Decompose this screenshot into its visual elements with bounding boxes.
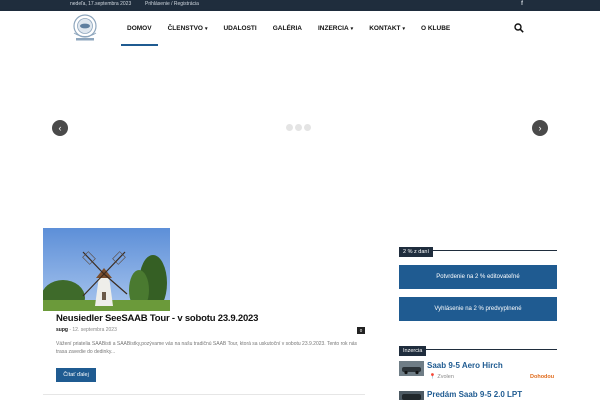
ad-thumbnail[interactable] [399, 361, 424, 376]
club-logo[interactable] [70, 13, 100, 43]
slider-loading-indicator [286, 124, 311, 131]
nav-item-kontakt[interactable]: KONTAKT ▾ [361, 11, 413, 46]
post-thumbnail-windmill[interactable] [43, 228, 170, 311]
tax-editable-button[interactable]: Potvrdenie na 2 % editovateľné [399, 265, 557, 289]
nav-item-inzercia[interactable]: INZERCIA ▾ [310, 11, 361, 46]
chevron-down-icon: ▾ [350, 25, 354, 32]
post-title[interactable]: Neusiedler SeeSAAB Tour - v sobotu 23.9.… [56, 313, 258, 324]
slider-next-button[interactable]: › [532, 120, 548, 136]
chevron-down-icon: ▾ [204, 25, 208, 32]
sidebar-block-title-tax: 2 % z daní [399, 240, 557, 257]
ad-price: Dohodou [530, 374, 555, 380]
nav-item-domov[interactable]: DOMOV [119, 11, 160, 46]
ad-thumbnail[interactable] [399, 391, 424, 400]
login-register-link[interactable]: Prihlásenie / Registrácia [145, 1, 199, 7]
ad-location-text: Zvolen [437, 374, 454, 380]
main-header: DOMOV ČLENSTVO ▾ UDALOSTI GALÉRIA INZERC… [0, 11, 600, 46]
nav-item-clenstvo[interactable]: ČLENSTVO ▾ [160, 11, 216, 46]
nav-item-udalosti[interactable]: UDALOSTI [215, 11, 264, 46]
map-pin-icon: 📍 [429, 374, 436, 380]
block-title-label: 2 % z daní [399, 247, 433, 257]
post-date: - 12. septembra 2023 [69, 327, 117, 333]
comment-count-badge[interactable]: 0 [357, 327, 365, 334]
tax-prefilled-button[interactable]: Vyhlásenie na 2 % predvyplnené [399, 297, 557, 321]
ad-location: 📍 Zvolen [429, 374, 454, 380]
nav-item-o-klube[interactable]: O KLUBE [413, 11, 458, 46]
post-meta: supg - 12. septembra 2023 [56, 327, 117, 333]
nav-item-label: INZERCIA [317, 25, 349, 32]
post-excerpt: Vážení priatelia SAABisti a SAABistky,po… [56, 341, 358, 355]
nav-item-label: KONTAKT [369, 25, 401, 32]
facebook-icon[interactable]: f [521, 1, 523, 7]
current-date: nedeľa, 17.septembra 2023 [70, 1, 132, 7]
nav-item-label: UDALOSTI [223, 25, 257, 32]
sidebar-block-title-ads: Inzercia [399, 339, 557, 356]
search-icon[interactable] [514, 23, 524, 33]
nav-item-label: GALÉRIA [272, 25, 302, 32]
ad-title[interactable]: Saab 9-5 Aero Hirch [427, 361, 503, 370]
read-more-button[interactable]: Čítať ďalej [56, 368, 96, 382]
nav-item-label: O KLUBE [421, 25, 451, 32]
nav-item-label: ČLENSTVO [167, 25, 203, 32]
nav-item-label: DOMOV [127, 25, 152, 32]
ad-title[interactable]: Predám Saab 9-5 2.0 LPT [427, 390, 522, 399]
nav-item-galeria[interactable]: GALÉRIA [265, 11, 310, 46]
slider-prev-button[interactable]: ‹ [52, 120, 68, 136]
post-author[interactable]: supg [56, 327, 68, 333]
chevron-down-icon: ▾ [402, 25, 405, 32]
block-title-label: Inzercia [399, 346, 427, 356]
main-navigation: DOMOV ČLENSTVO ▾ UDALOSTI GALÉRIA INZERC… [119, 11, 458, 46]
image-slider: ‹ › [0, 46, 600, 216]
top-bar: nedeľa, 17.septembra 2023 Prihlásenie / … [0, 0, 600, 11]
divider [43, 394, 365, 395]
